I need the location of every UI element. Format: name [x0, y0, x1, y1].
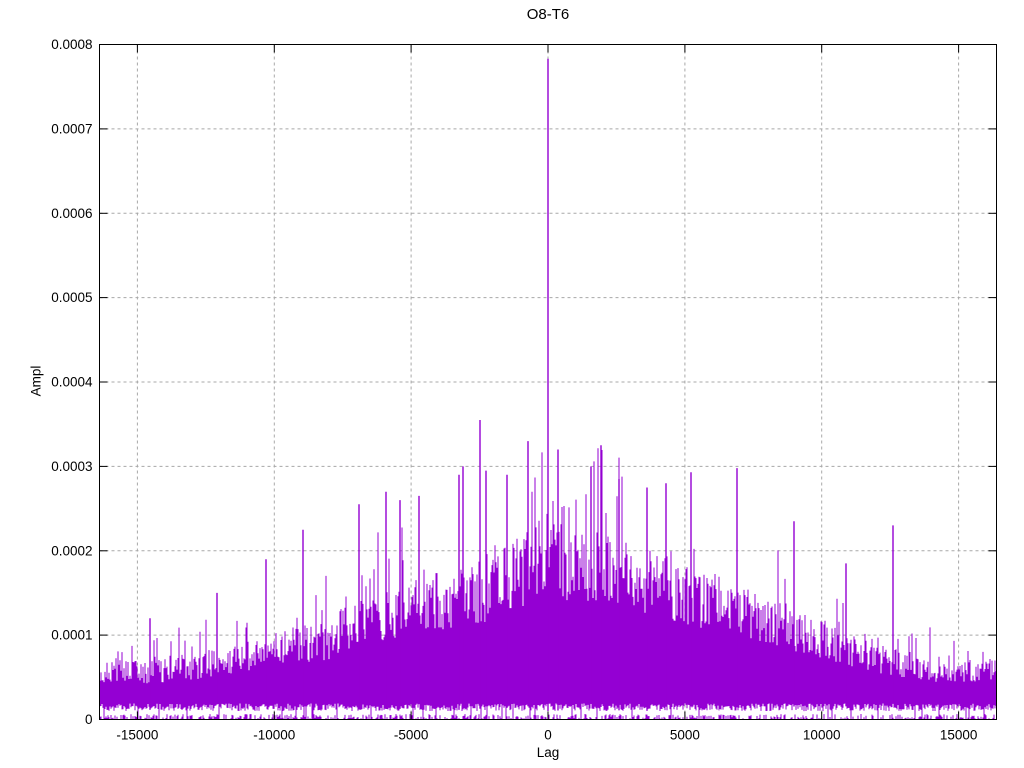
svg-text:0.0006: 0.0006	[51, 206, 92, 221]
svg-text:0.0007: 0.0007	[51, 121, 92, 136]
plot-area: -15000 -10000 -5000 0 5000 10000 15000 0 0.0001 0…	[51, 37, 997, 743]
y-axis-label: Ampl	[28, 365, 44, 397]
chart-title: O8-T6	[526, 6, 570, 23]
svg-text:5000: 5000	[670, 728, 700, 743]
svg-text:0.0004: 0.0004	[51, 375, 93, 390]
svg-text:-15000: -15000	[116, 728, 158, 743]
chart-canvas: -15000 -10000 -5000 0 5000 10000 15000 0 0.0001 0…	[0, 0, 1024, 768]
svg-text:-10000: -10000	[253, 728, 295, 743]
svg-text:0.0008: 0.0008	[51, 37, 92, 52]
svg-text:0.0003: 0.0003	[51, 459, 92, 474]
svg-text:0: 0	[544, 728, 552, 743]
svg-text:0: 0	[85, 712, 93, 727]
svg-text:0.0005: 0.0005	[51, 290, 92, 305]
svg-text:0.0002: 0.0002	[51, 543, 92, 558]
svg-text:-5000: -5000	[394, 728, 429, 743]
svg-text:10000: 10000	[803, 728, 841, 743]
svg-text:0.0001: 0.0001	[51, 628, 92, 643]
x-axis-label: Lag	[536, 745, 560, 760]
svg-text:15000: 15000	[940, 728, 978, 743]
